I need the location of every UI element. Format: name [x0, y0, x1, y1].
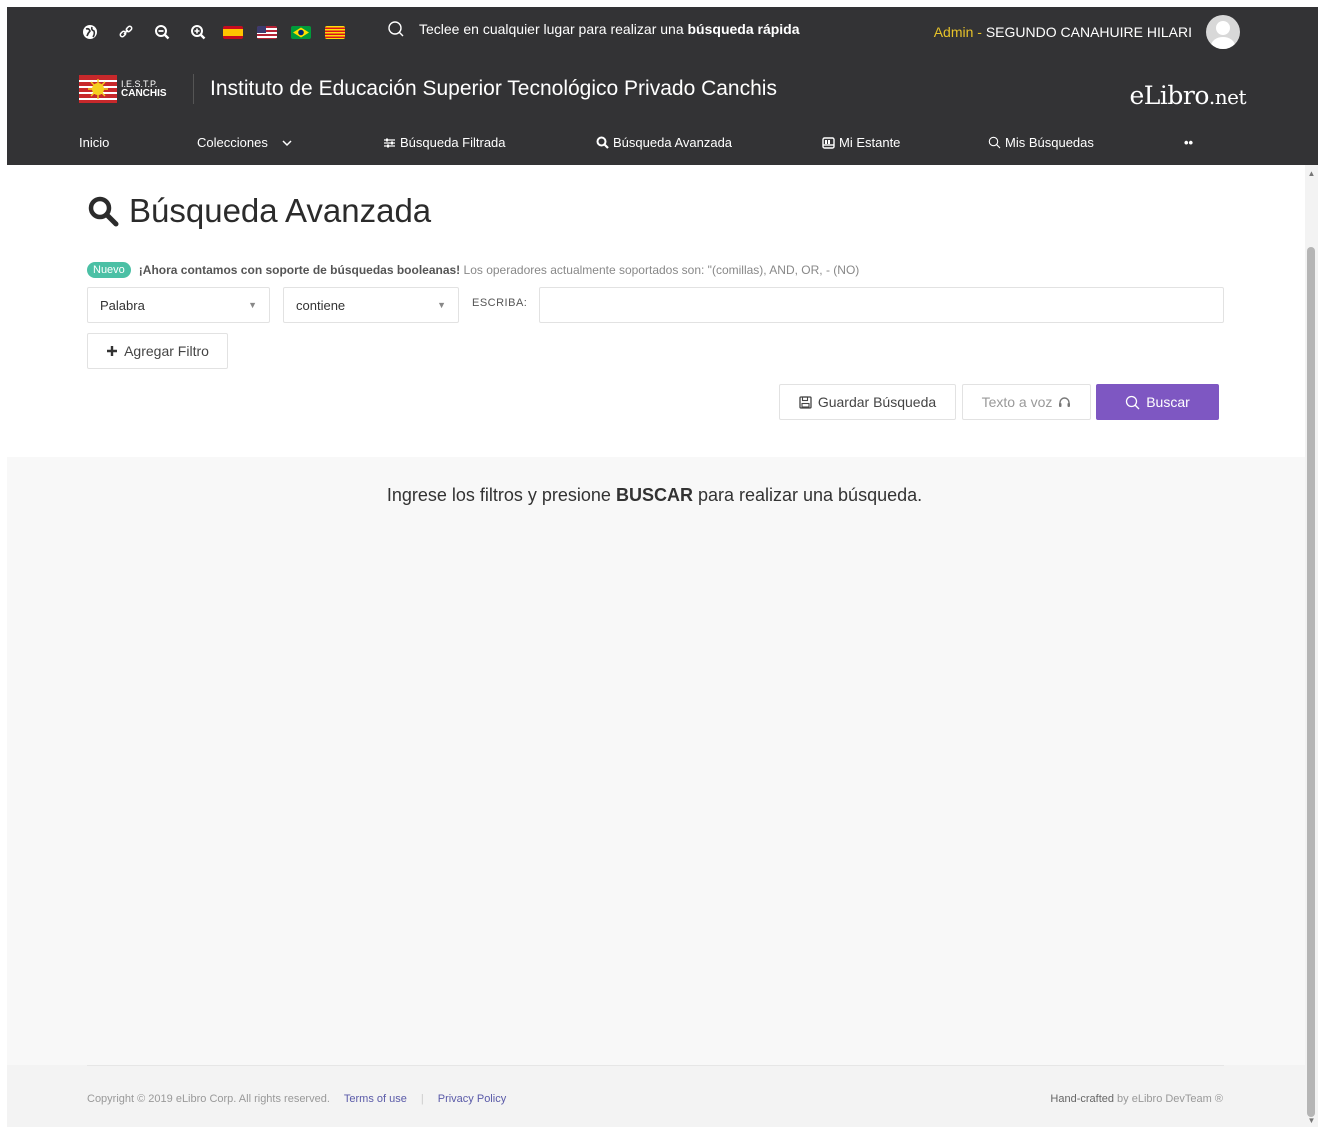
nav-inicio-label: Inicio: [79, 135, 110, 150]
credits-text: by eLibro DevTeam ®: [1114, 1093, 1223, 1105]
flag-usa-icon[interactable]: [257, 25, 277, 39]
flag-spain-icon[interactable]: [223, 25, 243, 39]
empty-msg-bold: BUSCAR: [615, 485, 693, 505]
search-icon: [596, 136, 609, 149]
nav-busqueda-filtrada-label: Búsqueda Filtrada: [400, 135, 506, 150]
results-area: Ingrese los filtros y presione BUSCAR pa…: [7, 457, 1305, 1067]
brand-divider: [193, 74, 194, 104]
institution-name[interactable]: Instituto de Educación Superior Tecnológ…: [210, 77, 777, 101]
flag-brazil-icon[interactable]: [291, 25, 311, 39]
privacy-link[interactable]: Privacy Policy: [438, 1093, 506, 1105]
new-badge: Nuevo: [87, 262, 131, 278]
field-select-value: Palabra: [100, 297, 145, 313]
user-name: SEGUNDO CANAHUIRE HILARI: [985, 24, 1192, 40]
caret-down-icon: ▼: [248, 300, 257, 310]
chevron-down-icon: [282, 139, 292, 146]
nav-mis-busquedas[interactable]: Mis Búsquedas: [988, 135, 1094, 150]
plus-icon: [107, 346, 118, 356]
main-nav: Inicio Colecciones Búsqueda Filtrada Bús…: [7, 132, 1318, 156]
footer-legal: Copyright © 2019 eLibro Corp. All rights…: [87, 1093, 506, 1105]
boolean-notice: Nuevo ¡Ahora contamos con soporte de bús…: [87, 262, 859, 278]
nav-mi-estante[interactable]: Mi Estante: [822, 135, 900, 150]
search-icon: [988, 136, 1001, 149]
elibro-logo[interactable]: eLibro.net: [1129, 81, 1246, 110]
flag-catalonia-icon[interactable]: [325, 25, 345, 39]
nav-mis-busquedas-label: Mis Búsquedas: [1005, 135, 1094, 150]
credits-bold: Hand-crafted: [1050, 1093, 1114, 1105]
search-button-label: Buscar: [1146, 394, 1190, 410]
quick-search-hint[interactable]: Teclee en cualquier lugar para realizar …: [387, 20, 800, 38]
text-to-speech-button[interactable]: Texto a voz: [962, 384, 1091, 420]
link-icon[interactable]: [115, 21, 137, 43]
more-dots-icon: ••: [1184, 135, 1194, 150]
notice-text: Los operadores actualmente soportados so…: [463, 263, 860, 277]
scroll-up-icon[interactable]: ▲: [1307, 169, 1316, 178]
brand-row: I.E.S.T.P. CANCHIS Instituto de Educació…: [79, 69, 777, 109]
zoom-out-icon[interactable]: [151, 21, 173, 43]
caret-down-icon: ▼: [437, 300, 446, 310]
quick-search-text: Teclee en cualquier lugar para realizar …: [419, 21, 688, 37]
site-header: Teclee en cualquier lugar para realizar …: [7, 7, 1318, 165]
add-filter-label: Agregar Filtro: [124, 343, 209, 359]
operator-select[interactable]: contiene ▼: [283, 287, 459, 323]
floppy-disk-icon: [799, 395, 812, 409]
nav-busqueda-avanzada[interactable]: Búsqueda Avanzada: [596, 135, 732, 150]
terms-link[interactable]: Terms of use: [344, 1093, 407, 1105]
empty-msg-prefix: Ingrese los filtros y presione: [386, 485, 616, 505]
nav-colecciones-label: Colecciones: [197, 135, 268, 150]
nav-busqueda-avanzada-label: Búsqueda Avanzada: [613, 135, 733, 150]
footer-separator: |: [420, 1093, 424, 1105]
elibro-logo-suffix: .net: [1208, 85, 1247, 109]
globe-icon[interactable]: [79, 21, 101, 43]
nav-colecciones[interactable]: Colecciones: [197, 135, 296, 150]
nav-inicio[interactable]: Inicio: [79, 135, 109, 150]
scroll-down-icon[interactable]: ▼: [1307, 1116, 1316, 1125]
page-title: Búsqueda Avanzada: [87, 192, 431, 230]
footer-divider: [87, 1065, 1224, 1066]
avatar[interactable]: [1206, 15, 1240, 49]
nav-mi-estante-label: Mi Estante: [839, 135, 901, 150]
scrollbar-thumb[interactable]: [1307, 247, 1315, 1117]
search-icon: [88, 196, 119, 227]
save-search-label: Guardar Búsqueda: [817, 394, 937, 410]
footer-credits: Hand-crafted by eLibro DevTeam ®: [1050, 1093, 1223, 1105]
search-button[interactable]: Buscar: [1096, 384, 1219, 420]
notice-bold: ¡Ahora contamos con soporte de búsquedas…: [138, 263, 461, 277]
add-filter-button[interactable]: Agregar Filtro: [87, 333, 228, 369]
field-select[interactable]: Palabra ▼: [87, 287, 270, 323]
user-info[interactable]: Admin - SEGUNDO CANAHUIRE HILARI: [934, 24, 1192, 40]
tts-label: Texto a voz: [981, 394, 1053, 410]
page-scrollbar[interactable]: ▲ ▼: [1305, 165, 1318, 1127]
empty-results-message: Ingrese los filtros y presione BUSCAR pa…: [7, 485, 1302, 506]
search-icon: [388, 21, 404, 37]
bookshelf-icon: [822, 136, 835, 149]
copyright-text: Copyright © 2019 eLibro Corp. All rights…: [87, 1093, 330, 1105]
nav-busqueda-filtrada[interactable]: Búsqueda Filtrada: [383, 135, 506, 150]
escriba-label: ESCRIBA:: [472, 297, 528, 309]
browser-viewport: Teclee en cualquier lugar para realizar …: [7, 7, 1318, 1127]
zoom-in-icon[interactable]: [187, 21, 209, 43]
headphones-icon: [1059, 397, 1071, 407]
empty-msg-suffix: para realizar una búsqueda.: [692, 485, 923, 505]
search-term-input[interactable]: [539, 287, 1224, 323]
page-title-text: Búsqueda Avanzada: [129, 192, 432, 229]
operator-select-value: contiene: [296, 297, 346, 313]
institution-logo[interactable]: I.E.S.T.P. CANCHIS: [79, 74, 179, 104]
logo-line-2: CANCHIS: [121, 88, 167, 99]
elibro-logo-main: eLibro: [1129, 81, 1209, 110]
save-search-button[interactable]: Guardar Búsqueda: [779, 384, 956, 420]
accessibility-toolbar: [79, 17, 345, 47]
search-icon: [1126, 395, 1140, 409]
site-footer: Copyright © 2019 eLibro Corp. All rights…: [7, 1065, 1305, 1127]
quick-search-bold: búsqueda rápida: [687, 21, 800, 37]
user-separator: -: [973, 24, 986, 40]
user-role: Admin: [933, 24, 974, 40]
sliders-icon: [384, 138, 395, 147]
nav-more[interactable]: ••: [1184, 135, 1193, 150]
